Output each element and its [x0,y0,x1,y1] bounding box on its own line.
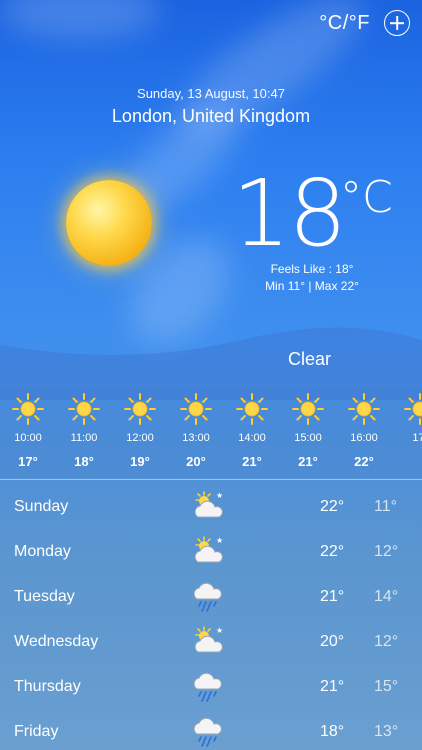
sun-icon [235,392,269,426]
location-name: London, United Kingdom [111,106,311,126]
day-low: 14° [374,588,399,605]
date-time: Sunday, 13 August, 10:47 [137,86,285,101]
divider [0,479,422,480]
day-row[interactable]: Monday ★ 22° 12° [0,529,422,574]
sun-icon [291,392,325,426]
hourly-item: 10:00 17° [8,388,48,469]
svg-text:★: ★ [216,536,223,545]
weather-screen: °C/°F Sunday, 13 August, 10:47 London, U… [0,0,422,750]
hour-time: 17: [412,432,422,444]
day-low: 15° [374,678,399,695]
hour-time: 14:00 [238,432,266,444]
day-row[interactable]: Sunday ★ 22° 11° [0,484,422,529]
sun-icon [179,392,213,426]
day-low: 13° [374,723,399,740]
day-row[interactable]: Thursday 21° 15° [0,664,422,709]
hour-time: 13:00 [182,432,210,444]
day-high: 21° [320,678,345,695]
current-temperature: 18 [232,160,347,267]
top-bar: °C/°F [319,10,410,36]
partly-cloudy-icon: ★ [190,535,228,567]
sun-icon [123,392,157,426]
rain-icon [190,670,228,702]
day-high: 22° [320,543,345,560]
sun-icon [67,392,101,426]
rain-icon [190,580,228,612]
hour-temp: 21° [298,454,318,469]
svg-text:★: ★ [216,491,223,500]
current-condition: Clear [288,349,332,369]
hour-temp: 19° [130,454,150,469]
svg-text:★: ★ [216,626,223,635]
day-high: 21° [320,588,345,605]
hour-time: 15:00 [294,432,322,444]
temperature-unit: °C [340,172,393,223]
day-low: 11° [374,498,398,515]
hourly-item: 14:00 21° [232,388,272,469]
day-name: Tuesday [14,588,75,605]
hour-temp: 18° [74,454,94,469]
day-high: 22° [320,498,345,515]
day-name: Friday [14,723,59,740]
sun-icon [11,392,45,426]
hourly-forecast[interactable]: 10:00 17° 11:00 18° 12:00 19° 13:00 20° 14:00 21°… [0,388,422,478]
hourly-item: 17: [400,388,422,454]
hour-temp: 17° [18,454,38,469]
hour-temp: 21° [242,454,262,469]
hour-time: 16:00 [350,432,378,444]
hour-time: 12:00 [126,432,154,444]
hourly-item: 12:00 19° [120,388,160,469]
day-row[interactable]: Friday 18° 13° [0,709,422,750]
day-high: 18° [320,723,345,740]
day-name: Wednesday [14,633,99,650]
day-row[interactable]: Tuesday 21° 14° [0,574,422,619]
wave-divider [0,327,422,400]
day-row[interactable]: Wednesday ★ 20° 12° [0,619,422,664]
cloud-streak [0,0,160,40]
day-name: Thursday [14,678,81,695]
hourly-item: 15:00 21° [288,388,328,469]
add-location-icon[interactable] [384,10,410,36]
hour-time: 11:00 [70,432,98,444]
day-name: Monday [14,543,71,560]
hour-time: 10:00 [14,432,42,444]
rain-icon [190,715,228,747]
partly-cloudy-icon: ★ [190,490,228,522]
hourly-item: 11:00 18° [64,388,104,469]
hour-temp: 20° [186,454,206,469]
day-high: 20° [320,633,345,650]
hourly-item: 13:00 20° [176,388,216,469]
sun-icon [403,392,422,426]
day-name: Sunday [14,498,69,515]
min-max: Min 11° | Max 22° [265,279,359,293]
hour-temp: 22° [354,454,374,469]
sun-icon [66,180,152,266]
unit-toggle-button[interactable]: °C/°F [319,12,370,35]
hourly-item: 16:00 22° [344,388,384,469]
day-low: 12° [374,543,399,560]
sun-icon [347,392,381,426]
feels-like: Feels Like : 18° [270,262,354,276]
partly-cloudy-icon: ★ [190,625,228,657]
daily-forecast: Sunday ★ 22° 11° Monday ★ 22° 12° Tuesday 21° 14° W… [0,484,422,750]
day-low: 12° [374,633,399,650]
